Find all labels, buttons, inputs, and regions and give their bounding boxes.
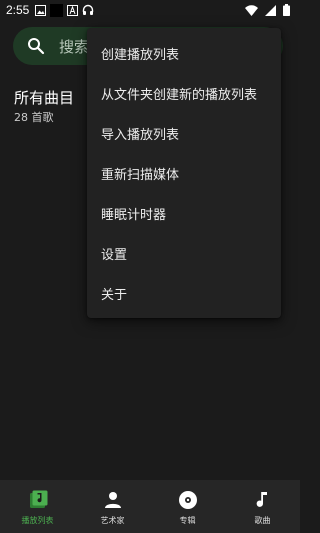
text-a-icon (67, 4, 79, 16)
image-icon (35, 4, 47, 16)
playlist-item-all-tracks[interactable]: 所有曲目 28 首歌 (14, 88, 74, 125)
nav-tab-playlists[interactable]: 播放列表 (0, 480, 75, 533)
menu-item-create-playlist-from-folder[interactable]: 从文件夹创建新的播放列表 (87, 73, 281, 113)
menu-item-settings[interactable]: 设置 (87, 233, 281, 273)
wifi-icon (245, 4, 258, 16)
music-note-icon (252, 489, 274, 511)
status-time: 2:55 (6, 3, 30, 17)
signal-icon (265, 4, 276, 16)
menu-item-import-playlist[interactable]: 导入播放列表 (87, 113, 281, 153)
battery-icon (283, 4, 290, 16)
menu-item-rescan-media[interactable]: 重新扫描媒体 (87, 153, 281, 193)
nav-label-artists: 艺术家 (100, 516, 125, 525)
playlist-icon (27, 489, 49, 511)
black-square-icon (50, 3, 64, 17)
playlist-song-count: 28 首歌 (14, 111, 54, 124)
playlist-title: 所有曲目 (14, 89, 75, 107)
search-placeholder: 搜索 (59, 37, 90, 56)
overflow-menu: 创建播放列表 从文件夹创建新的播放列表 导入播放列表 重新扫描媒体 睡眠计时器 … (87, 28, 281, 318)
nav-label-albums: 专辑 (179, 516, 196, 525)
status-bar: 2:55 (0, 0, 300, 20)
person-icon (102, 489, 124, 511)
bottom-nav: 播放列表 艺术家 专辑 歌曲 (0, 480, 300, 533)
nav-label-playlists: 播放列表 (21, 516, 54, 525)
status-right (245, 4, 294, 16)
menu-item-create-playlist[interactable]: 创建播放列表 (87, 33, 281, 73)
nav-tab-artists[interactable]: 艺术家 (75, 480, 150, 533)
nav-label-songs: 歌曲 (254, 516, 271, 525)
search-icon (27, 37, 45, 55)
screen: 2:55 搜索 所有曲目 28 首歌 创建播放列表 从文件夹创建新的播放列表 导… (0, 0, 300, 533)
menu-item-sleep-timer[interactable]: 睡眠计时器 (87, 193, 281, 233)
disc-icon (177, 489, 199, 511)
menu-item-about[interactable]: 关于 (87, 273, 281, 313)
nav-tab-albums[interactable]: 专辑 (150, 480, 225, 533)
headphones-icon (82, 4, 94, 16)
nav-tab-songs[interactable]: 歌曲 (225, 480, 300, 533)
